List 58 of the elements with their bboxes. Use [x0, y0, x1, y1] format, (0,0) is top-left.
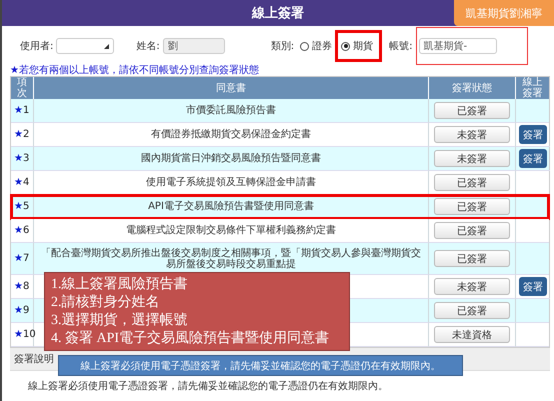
- tip-callout: 線上簽署必須使用電子憑證簽署，請先備妥並確認您的電子憑證仍在有效期限內。: [58, 355, 463, 376]
- star-icon: ★: [14, 253, 23, 264]
- sign-button[interactable]: 簽署: [519, 125, 547, 144]
- row-index: 4: [22, 177, 30, 188]
- status-button[interactable]: 未簽署: [434, 126, 510, 143]
- row-index: 1: [22, 105, 30, 116]
- row-index: 7: [22, 253, 30, 264]
- star-icon: ★: [14, 105, 23, 116]
- author-badge: 凱基期貨劉湘寧: [454, 0, 554, 26]
- status-button[interactable]: 已簽署: [434, 198, 510, 215]
- status-button[interactable]: 已簽署: [434, 250, 510, 267]
- star-icon: ★: [14, 153, 23, 164]
- star-icon: ★: [14, 129, 23, 140]
- document-name: 國內期貨當日沖銷交易風險預告暨同意書: [141, 153, 321, 164]
- status-button[interactable]: 已簽署: [434, 302, 510, 319]
- row-index: 8: [22, 281, 30, 292]
- status-button[interactable]: 未簽署: [434, 150, 510, 167]
- name-label: 姓名:: [136, 40, 160, 53]
- user-label: 使用者:: [20, 40, 54, 53]
- status-button[interactable]: 已簽署: [434, 222, 510, 239]
- document-name: 電腦程式設定限制交易條件下單權利義務約定書: [126, 225, 336, 236]
- step-text: 1.線上簽署風險預告書: [51, 276, 188, 294]
- star-icon: ★: [14, 177, 23, 188]
- star-icon: ★: [14, 225, 23, 236]
- user-select[interactable]: [56, 38, 114, 54]
- account-field[interactable]: 凱基期貨-: [418, 38, 496, 54]
- status-button[interactable]: 未達資格: [434, 326, 510, 343]
- star-icon: ★: [14, 281, 23, 292]
- row-index: 6: [22, 225, 30, 236]
- document-name: 使用電子系統提領及互轉保證金申請書: [146, 177, 316, 188]
- step-text: 2.請核對身分姓名: [51, 294, 160, 312]
- step-text: 4. 簽署 API電子交易風險預告書暨使用同意書: [51, 330, 330, 348]
- row-index: 10: [22, 329, 36, 340]
- status-button[interactable]: 未簽署: [434, 278, 510, 295]
- row-index: 3: [22, 153, 30, 164]
- document-name: 有價證券抵繳期貨交易保證金約定書: [151, 129, 311, 140]
- star-icon: ★: [14, 329, 23, 340]
- category-radio[interactable]: 證券: [300, 39, 332, 53]
- sign-button[interactable]: 簽署: [519, 149, 547, 168]
- sign-button[interactable]: 簽署: [519, 277, 547, 296]
- row-index: 2: [22, 129, 30, 140]
- document-name: API電子交易風險預告書暨使用同意書: [148, 201, 314, 212]
- status-button[interactable]: 已簽署: [434, 102, 510, 119]
- name-field[interactable]: 劉: [162, 38, 225, 54]
- account-note: ★若您有兩個以上帳號，請依不同帳號分別查詢簽署狀態: [9, 66, 260, 76]
- document-name: 市價委託風險預告書: [186, 105, 276, 116]
- star-icon: ★: [14, 201, 23, 212]
- status-button[interactable]: 已簽署: [434, 174, 510, 191]
- account-label: 帳號:: [389, 40, 412, 53]
- star-icon: ★: [14, 305, 23, 316]
- explanation-text: 線上簽署必須使用電子憑證簽署，請先備妥並確認您的電子憑證仍在有效期限內。: [28, 380, 389, 393]
- step-text: 3.選擇期貨，選擇帳號: [51, 312, 188, 330]
- row-index: 5: [22, 201, 30, 212]
- category-label: 類別:: [270, 40, 294, 53]
- document-name: 「配合臺灣期貨交易所推出盤後交易制度之相關事項，暨「期貨交易人參與臺灣期貨交易所盤後交易時段交易重點提: [40, 248, 422, 270]
- section-title: 簽署說明: [14, 352, 54, 366]
- row-index: 9: [22, 305, 30, 316]
- caret-icon: [104, 44, 110, 48]
